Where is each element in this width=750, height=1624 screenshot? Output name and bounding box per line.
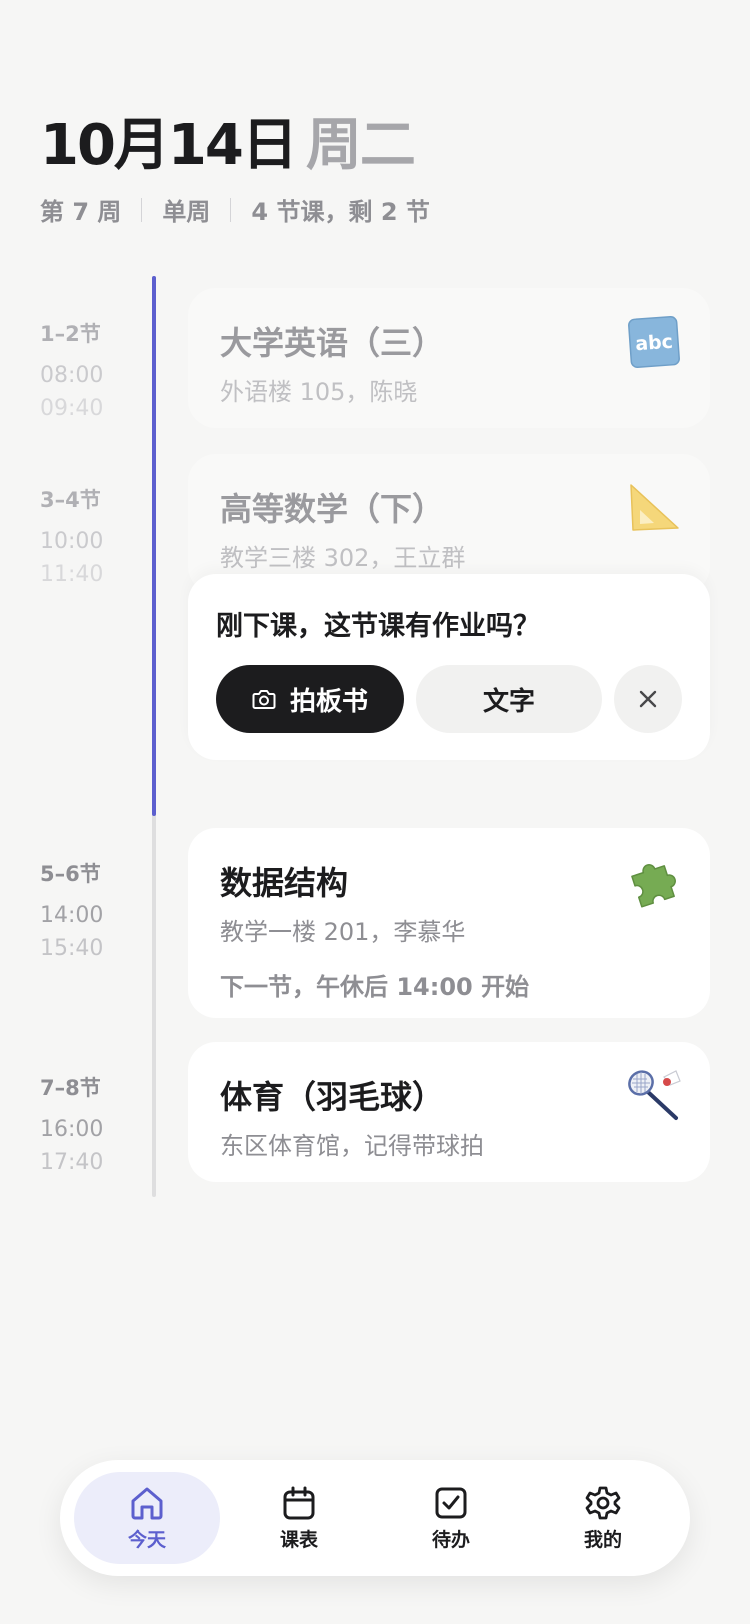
start-time: 16:00	[40, 1117, 104, 1142]
close-icon	[639, 690, 657, 708]
course-location: 东区体育馆，记得带球拍	[220, 1132, 484, 1160]
time-slot: 7–8节 16:00 17:40	[40, 1072, 140, 1175]
course-card-data-structures[interactable]: 数据结构 教学一楼 201，李慕华 下一节，午休后 14:00 开始	[188, 828, 710, 1018]
divider	[141, 197, 143, 222]
next-class-note: 下一节，午休后 14:00 开始	[220, 973, 530, 1001]
checkbox-icon	[435, 1487, 467, 1518]
period-label: 5–6节	[40, 862, 101, 886]
start-time: 14:00	[40, 903, 104, 928]
tab-label: 待办	[431, 1528, 470, 1551]
photo-label: 拍板书	[289, 686, 368, 717]
tab-todo[interactable]: 待办	[378, 1472, 524, 1564]
course-name: 高等数学（下）	[220, 490, 445, 528]
page-title: 10月14日 周二	[40, 100, 416, 181]
course-name: 体育（羽毛球）	[220, 1078, 445, 1116]
tab-label: 我的	[583, 1528, 622, 1551]
timeline-progress	[152, 276, 156, 816]
week-parity: 单周	[162, 198, 211, 226]
divider	[230, 197, 232, 222]
tab-label: 今天	[127, 1528, 166, 1551]
weekday-text: 周二	[305, 113, 416, 178]
svg-text:abc: abc	[635, 331, 674, 356]
triangle-ruler-icon	[630, 484, 679, 531]
dismiss-button[interactable]	[614, 665, 682, 733]
gear-icon	[585, 1486, 621, 1519]
badminton-icon	[628, 1070, 681, 1120]
start-time: 10:00	[40, 529, 104, 554]
course-card-english[interactable]: 大学英语（三） 外语楼 105，陈晓 abc	[188, 288, 710, 428]
time-slot: 1–2节 08:00 09:40	[40, 318, 140, 421]
abc-icon: abc	[628, 316, 680, 368]
period-label: 1–2节	[40, 322, 101, 346]
end-time: 09:40	[40, 396, 104, 421]
class-summary: 4 节课，剩 2 节	[251, 198, 430, 226]
prompt-question: 刚下课，这节课有作业吗？	[216, 611, 540, 642]
period-label: 7–8节	[40, 1076, 101, 1100]
week-number: 第 7 周	[40, 198, 122, 226]
course-location: 教学三楼 302，王立群	[220, 544, 466, 572]
puzzle-icon	[631, 864, 676, 908]
text-note-button[interactable]: 文字	[416, 665, 602, 733]
tab-today[interactable]: 今天	[74, 1472, 220, 1564]
tab-bar: 今天 课表 待办 我的	[60, 1460, 690, 1576]
camera-icon	[252, 690, 276, 709]
course-card-pe[interactable]: 体育（羽毛球） 东区体育馆，记得带球拍	[188, 1042, 710, 1182]
homework-prompt: 刚下课，这节课有作业吗？ 拍板书 文字	[188, 574, 710, 760]
course-location: 教学一楼 201，李慕华	[220, 918, 466, 946]
tab-timetable[interactable]: 课表	[226, 1472, 372, 1564]
date-text: 10月14日	[40, 113, 298, 178]
tab-label: 课表	[279, 1528, 318, 1551]
calendar-icon	[283, 1486, 315, 1519]
home-icon	[131, 1487, 163, 1519]
course-location: 外语楼 105，陈晓	[220, 378, 418, 406]
end-time: 15:40	[40, 936, 104, 961]
course-name: 大学英语（三）	[220, 324, 445, 362]
text-label: 文字	[482, 686, 535, 717]
time-slot: 3–4节 10:00 11:40	[40, 484, 140, 587]
course-name: 数据结构	[220, 864, 349, 902]
time-slot: 5–6节 14:00 15:40	[40, 858, 140, 961]
photo-board-button[interactable]: 拍板书	[216, 665, 404, 733]
start-time: 08:00	[40, 363, 104, 388]
end-time: 11:40	[40, 562, 104, 587]
tab-me[interactable]: 我的	[530, 1472, 676, 1564]
period-label: 3–4节	[40, 488, 101, 512]
week-info: 第 7 周 单周 4 节课，剩 2 节	[40, 192, 430, 227]
course-card-math[interactable]: 高等数学（下） 教学三楼 302，王立群	[188, 454, 710, 594]
end-time: 17:40	[40, 1150, 104, 1175]
